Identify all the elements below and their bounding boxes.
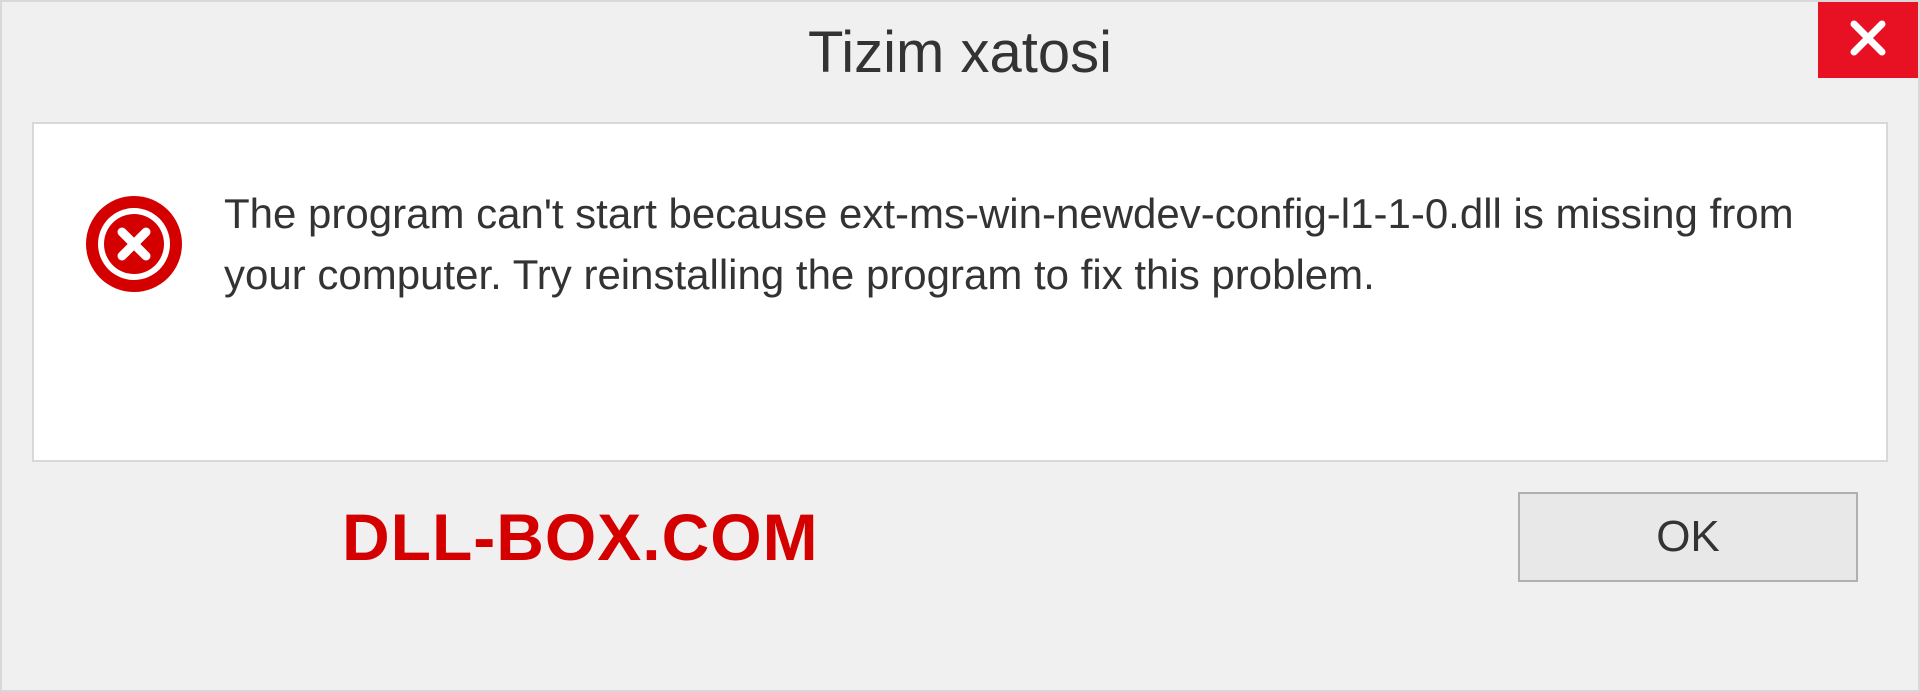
ok-button-label: OK: [1656, 512, 1720, 562]
title-bar: Tizim xatosi: [2, 2, 1918, 102]
error-icon: [84, 194, 184, 294]
error-dialog: Tizim xatosi The program can't start bec…: [0, 0, 1920, 692]
watermark-text: DLL-BOX.COM: [342, 499, 819, 575]
content-panel: The program can't start because ext-ms-w…: [32, 122, 1888, 462]
close-icon: [1844, 14, 1892, 67]
error-message: The program can't start because ext-ms-w…: [224, 184, 1836, 306]
dialog-title: Tizim xatosi: [808, 19, 1112, 86]
close-button[interactable]: [1818, 2, 1918, 78]
ok-button[interactable]: OK: [1518, 492, 1858, 582]
footer-bar: DLL-BOX.COM OK: [2, 462, 1918, 612]
